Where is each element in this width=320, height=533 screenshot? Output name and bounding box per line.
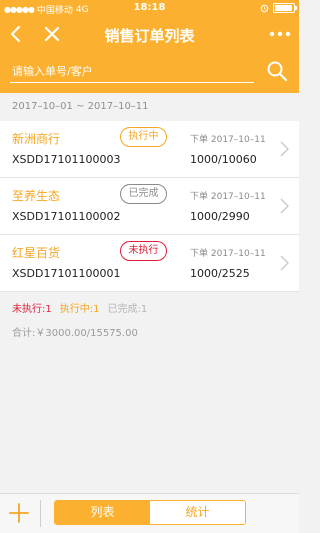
chevron-right-icon: [280, 141, 289, 157]
order-quantity: 1000/2990: [190, 210, 250, 223]
completed-count: 已完成:1: [107, 304, 148, 315]
search-bar: [10, 60, 288, 84]
search-icon[interactable]: [266, 60, 288, 82]
tab-list[interactable]: 列表: [55, 501, 150, 524]
order-customer: 红星百货: [12, 246, 61, 260]
order-date: 下单 2017–10–11: [190, 192, 266, 202]
order-date: 下单 2017–10–11: [190, 135, 266, 145]
status-time: 18:18: [133, 2, 166, 13]
view-switcher: 列表 统计: [54, 500, 246, 525]
order-number: XSDD17101100002: [12, 210, 121, 223]
order-date: 下单 2017–10–11: [190, 249, 266, 259]
order-row[interactable]: 红星百货 未执行 下单 2017–10–11 XSDD17101100001 1…: [0, 235, 299, 292]
app-header: ●●●●● 中国移动 4G 18:18 销售订单列表: [0, 0, 299, 93]
order-quantity: 1000/10060: [190, 153, 257, 166]
status-badge: 未执行: [120, 241, 167, 261]
order-row[interactable]: 至养生态 已完成 下单 2017–10–11 XSDD17101100002 1…: [0, 178, 299, 235]
status-summary: 未执行:1 执行中:1 已完成:1: [12, 300, 147, 315]
chevron-right-icon: [280, 198, 289, 214]
order-customer: 新洲商行: [12, 132, 61, 146]
page-title: 销售订单列表: [104, 27, 195, 45]
status-bar-right: [260, 3, 297, 13]
date-range[interactable]: 2017–10–01 ~ 2017–10–11: [0, 97, 299, 117]
tab-statistics[interactable]: 统计: [150, 501, 245, 524]
chevron-right-icon: [280, 255, 289, 271]
search-input[interactable]: [10, 60, 254, 83]
bottom-bar: 列表 统计: [0, 493, 299, 533]
order-list: 新洲商行 执行中 下单 2017–10–11 XSDD17101100003 1…: [0, 121, 299, 292]
order-row[interactable]: 新洲商行 执行中 下单 2017–10–11 XSDD17101100003 1…: [0, 121, 299, 178]
order-number: XSDD17101100003: [12, 153, 121, 166]
plus-icon[interactable]: [8, 502, 30, 524]
status-bar: ●●●●● 中国移动 4G 18:18: [0, 0, 299, 16]
status-badge: 执行中: [120, 127, 167, 147]
order-customer: 至养生态: [12, 189, 61, 203]
alarm-icon: [260, 4, 269, 12]
status-badge: 已完成: [120, 184, 167, 204]
battery-icon: [273, 3, 297, 13]
battery-fill: [275, 5, 292, 11]
navbar: 销售订单列表: [0, 20, 299, 50]
more-dots-icon[interactable]: [267, 24, 293, 44]
total-amount: 合计:￥3000.00/15575.00: [12, 328, 138, 339]
divider: [40, 500, 41, 527]
pending-count: 未执行:1: [12, 304, 52, 315]
order-quantity: 1000/2525: [190, 267, 250, 280]
in-progress-count: 执行中:1: [59, 304, 100, 315]
order-number: XSDD17101100001: [12, 267, 121, 280]
